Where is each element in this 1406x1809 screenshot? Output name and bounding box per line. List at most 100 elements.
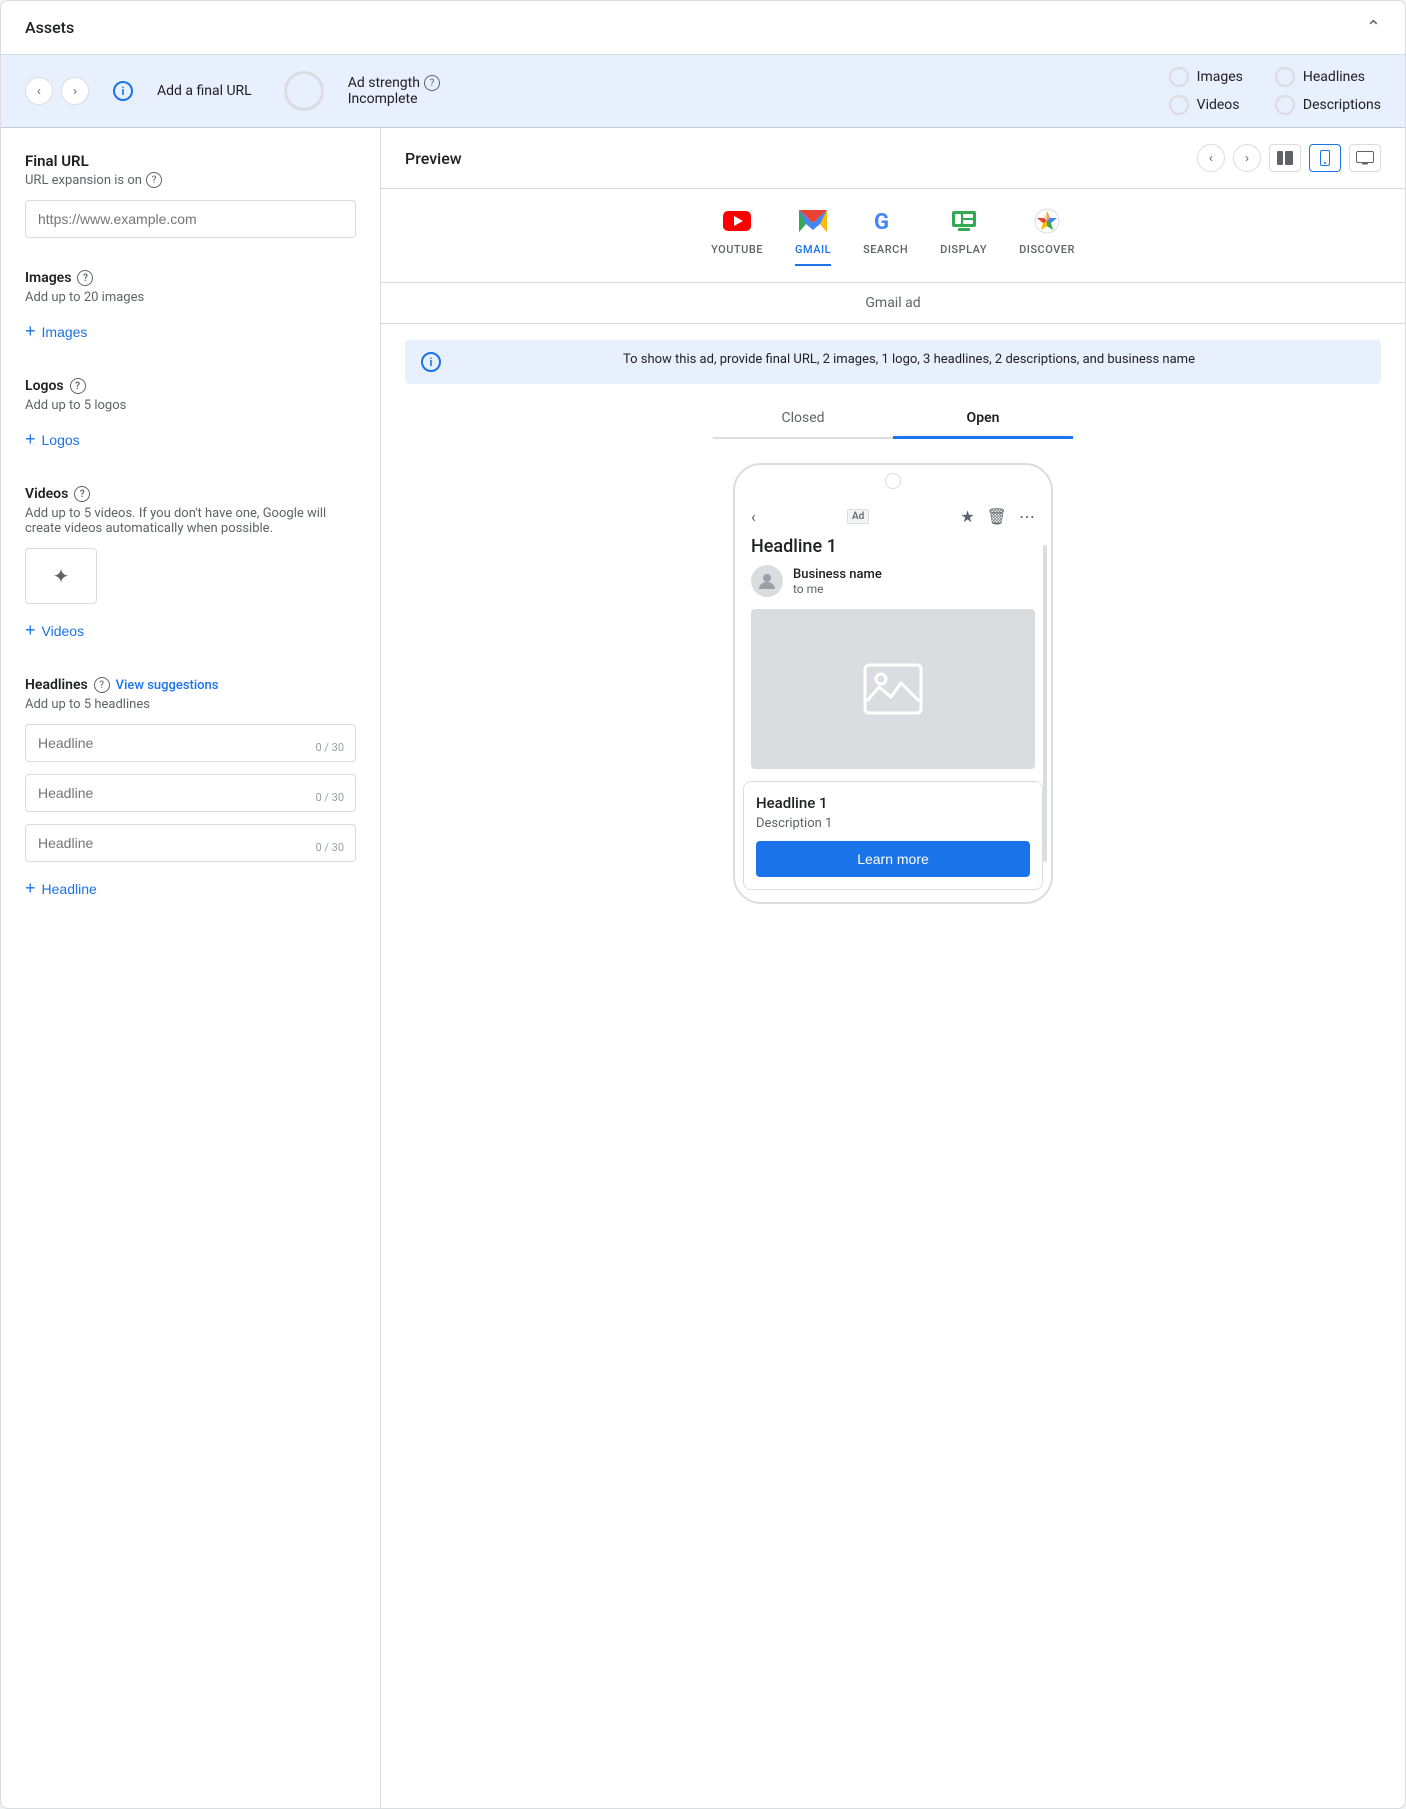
headline-1-char-count: 0 / 30 [315,741,344,754]
phone-notch [885,473,901,489]
headline-input-1[interactable] [25,724,356,762]
headline-input-1-wrap: 0 / 30 [25,724,356,762]
info-banner: i To show this ad, provide final URL, 2 … [405,340,1381,384]
ad-strength-info: Ad strength ? Incomplete [348,75,440,107]
headline-input-2-wrap: 0 / 30 [25,774,356,812]
platform-tabs: YOUTUBE GMAIL G SEARCH [381,189,1405,283]
phone-mockup: ‹ Ad ★ 🗑 ⋯ Headline 1 [733,463,1053,904]
images-title: Images ? [25,270,356,286]
headlines-indicator-label: Headlines [1303,69,1365,85]
phone-mockup-container: ‹ Ad ★ 🗑 ⋯ Headline 1 [381,447,1405,920]
phone-image-placeholder [751,609,1035,769]
indicator-col-2: Headlines Descriptions [1275,67,1381,115]
nav-next-button[interactable]: › [61,77,89,105]
tab-open[interactable]: Open [893,400,1073,439]
add-images-plus-icon: + [25,321,36,342]
add-videos-button[interactable]: + Videos [25,616,84,645]
sender-avatar [751,565,783,597]
tab-youtube[interactable]: YOUTUBE [711,205,763,266]
star-icon[interactable]: ★ [960,507,974,526]
display-label: DISPLAY [940,243,987,256]
headlines-help-icon[interactable]: ? [94,677,110,693]
nav-prev-button[interactable]: ‹ [25,77,53,105]
ad-strength-help-icon[interactable]: ? [424,75,440,91]
tab-closed[interactable]: Closed [713,400,893,439]
ad-card-headline: Headline 1 [756,794,1030,812]
collapse-icon[interactable]: ⌃ [1366,17,1381,38]
videos-indicator-label: Videos [1197,97,1240,113]
left-panel: Final URL URL expansion is on ? Images ?… [1,128,381,1808]
sender-info: Business name to me [793,567,882,596]
url-expansion-label: URL expansion is on ? [25,172,356,188]
tab-display[interactable]: DISPLAY [940,205,987,266]
headline-input-2[interactable] [25,774,356,812]
images-help-icon[interactable]: ? [77,270,93,286]
final-url-section: Final URL URL expansion is on ? [25,152,356,238]
mobile-view-button[interactable] [1309,144,1341,172]
videos-section: Videos ? Add up to 5 videos. If you don'… [25,486,356,645]
indicator-descriptions: Descriptions [1275,95,1381,115]
svg-text:G: G [874,210,889,235]
indicator-images: Images [1169,67,1243,87]
more-icon[interactable]: ⋯ [1019,507,1035,526]
url-expansion-help-icon[interactable]: ? [146,172,162,188]
headline-2-char-count: 0 / 30 [315,791,344,804]
headline-3-char-count: 0 / 30 [315,841,344,854]
phone-scrollbar [1043,545,1047,862]
images-section: Images ? Add up to 20 images + Images [25,270,356,346]
assets-header: Assets ⌃ [1,1,1405,55]
videos-title: Videos ? [25,486,356,502]
view-suggestions-link[interactable]: View suggestions [116,678,219,693]
preview-header: Preview ‹ › [381,128,1405,189]
images-indicator-label: Images [1197,69,1243,85]
assets-title: Assets [25,18,74,37]
display-icon [948,205,980,237]
split-view-button[interactable] [1269,144,1301,172]
ad-badge: Ad [847,509,869,524]
gmail-icon [797,205,829,237]
headlines-indicator-circle [1275,67,1295,87]
youtube-label: YOUTUBE [711,243,763,256]
indicator-headlines: Headlines [1275,67,1381,87]
top-bar: ‹ › i Add a final URL Ad strength ? Inco… [1,55,1405,128]
add-logos-button[interactable]: + Logos [25,425,80,454]
phone-back-icon[interactable]: ‹ [751,507,756,526]
discover-icon: ✳ [1031,205,1063,237]
final-url-input[interactable] [25,200,356,238]
headline-input-3[interactable] [25,824,356,862]
videos-help-icon[interactable]: ? [74,486,90,502]
final-url-info-icon[interactable]: i [113,81,133,101]
learn-more-button[interactable]: Learn more [756,841,1030,877]
videos-indicator-circle [1169,95,1189,115]
add-headline-plus-icon: + [25,878,36,899]
headlines-title: Headlines [25,677,88,693]
top-bar-indicators: Images Videos Headlines Descriptions [1169,67,1381,115]
add-images-button[interactable]: + Images [25,317,87,346]
images-desc: Add up to 20 images [25,290,356,305]
add-videos-plus-icon: + [25,620,36,641]
add-images-label: Images [42,324,88,340]
add-headline-label: Headline [42,881,97,897]
add-logos-label: Logos [42,432,80,448]
tab-search[interactable]: G SEARCH [863,205,908,266]
logos-desc: Add up to 5 logos [25,398,356,413]
preview-prev-button[interactable]: ‹ [1197,144,1225,172]
phone-toolbar: ‹ Ad ★ 🗑 ⋯ [735,497,1051,536]
desktop-view-button[interactable] [1349,144,1381,172]
main-content: Final URL URL expansion is on ? Images ?… [1,128,1405,1808]
ad-strength-circle [284,71,324,111]
delete-icon[interactable]: 🗑 [987,507,1007,526]
tab-gmail[interactable]: GMAIL [795,205,831,266]
logos-title: Logos ? [25,378,356,394]
info-banner-icon: i [421,352,441,372]
phone-headline: Headline 1 [735,536,1051,565]
ad-tabs: Closed Open [381,400,1405,439]
ad-card: Headline 1 Description 1 Learn more [743,781,1043,890]
nav-arrows: ‹ › [25,77,89,105]
logos-help-icon[interactable]: ? [70,378,86,394]
preview-next-button[interactable]: › [1233,144,1261,172]
add-headline-button[interactable]: + Headline [25,874,97,903]
gmail-ad-label: Gmail ad [381,283,1405,324]
tab-discover[interactable]: ✳ DISCOVER [1019,205,1075,266]
search-label: SEARCH [863,243,908,256]
